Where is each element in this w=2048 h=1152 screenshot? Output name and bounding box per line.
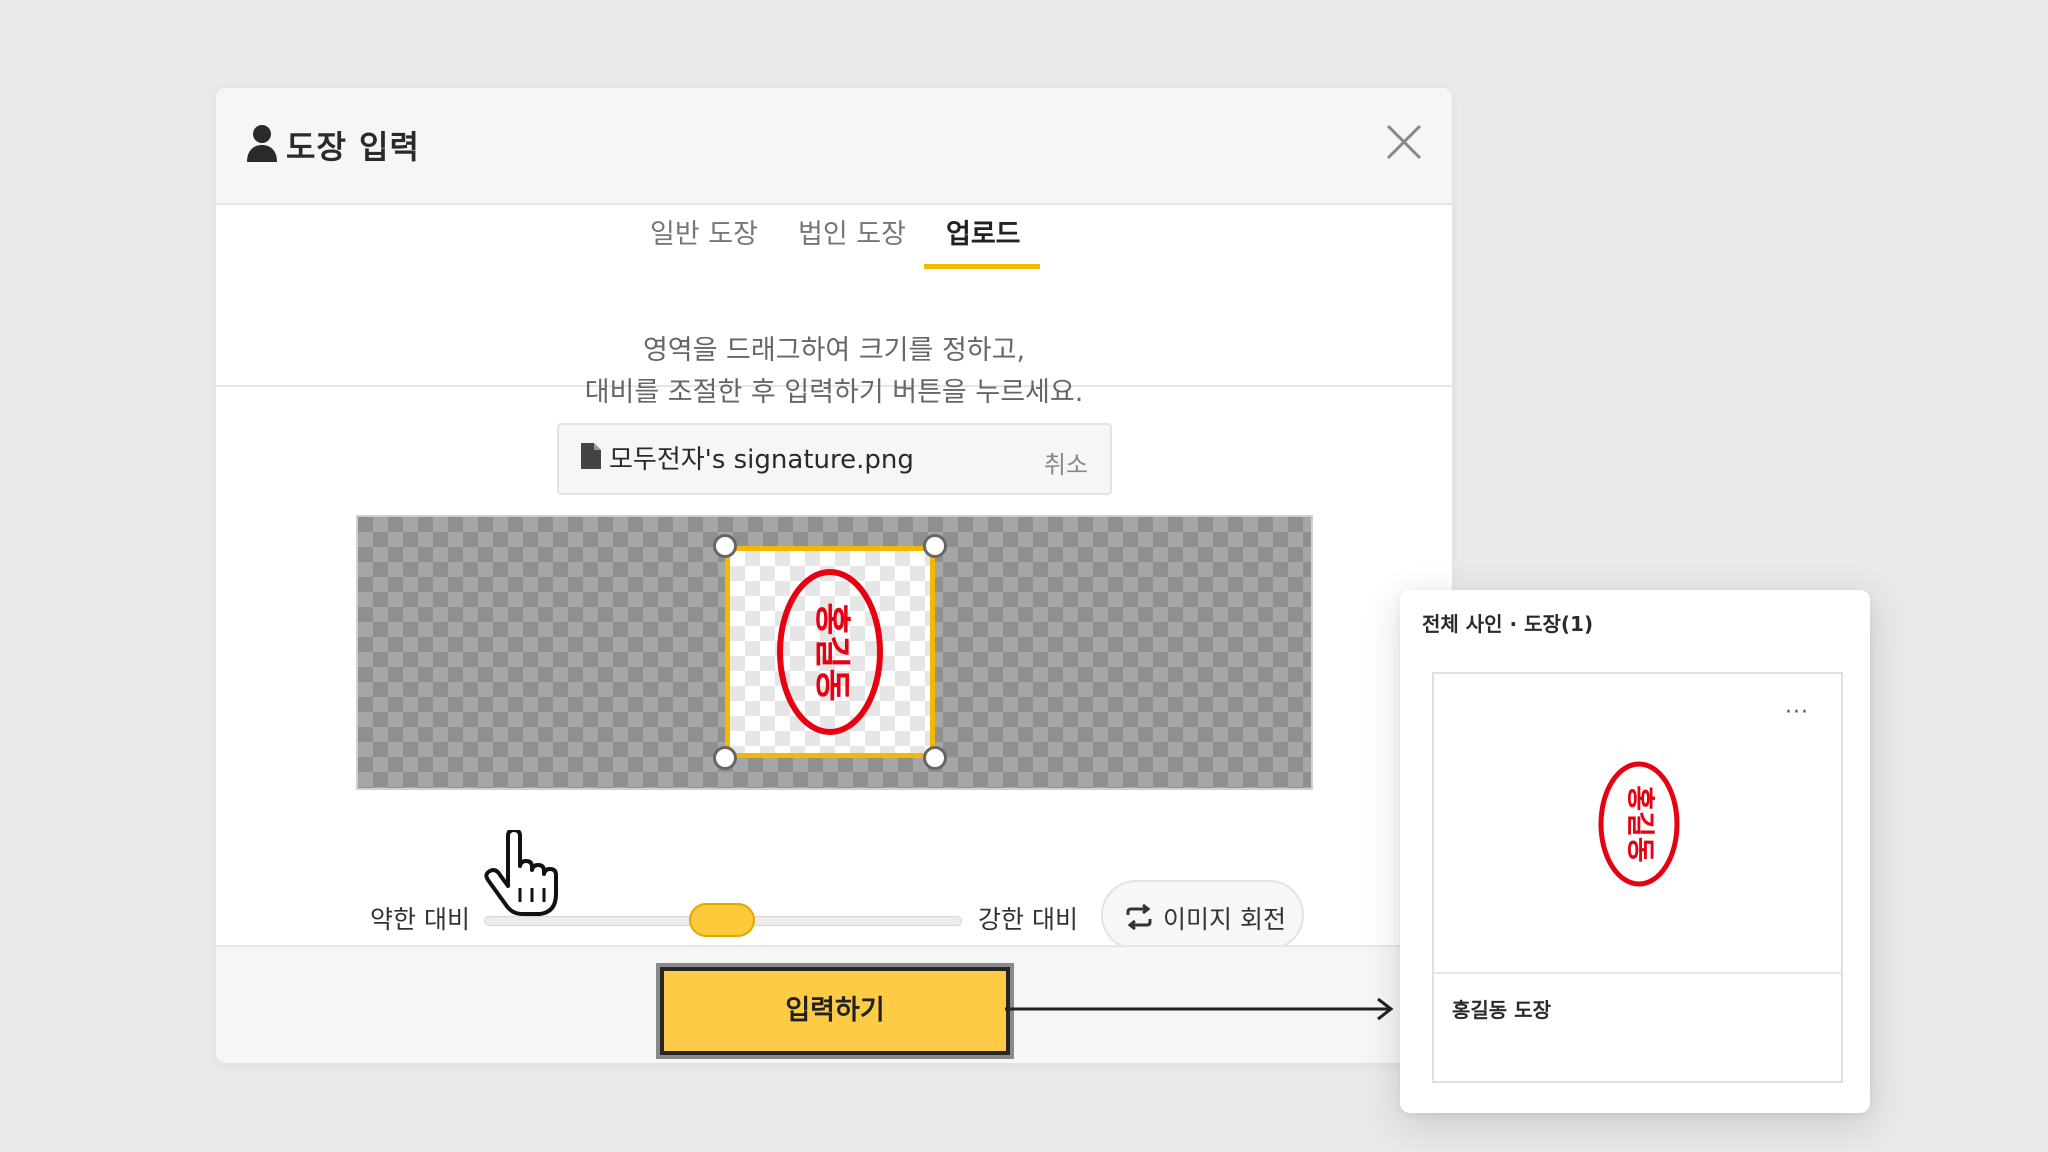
more-icon[interactable]: ··· <box>1785 700 1809 725</box>
modal-title: 도장 입력 <box>286 128 420 166</box>
instructions-line-1: 영역을 드래그하여 크기를 정하고, <box>642 335 1026 366</box>
instructions: 영역을 드래그하여 크기를 정하고, 대비를 조절한 후 입력하기 버튼을 누르… <box>216 330 1452 414</box>
stamp-text: 홍길동 <box>811 602 852 701</box>
tab-normal-stamp[interactable]: 일반 도장 <box>650 212 758 265</box>
strong-contrast-label: 강한 대비 <box>978 905 1078 934</box>
crop-handle-top-right[interactable] <box>923 534 947 558</box>
rotate-image-label: 이미지 회전 <box>1163 905 1286 934</box>
tab-upload[interactable]: 업로드 <box>946 212 1021 265</box>
rotate-image-button[interactable]: 이미지 회전 <box>1101 880 1304 950</box>
active-tab-indicator <box>924 264 1040 269</box>
signature-list-panel: 전체 사인 · 도장(1) ··· 홍길동 홍길동 도장 <box>1400 590 1870 1113</box>
crop-handle-bottom-left[interactable] <box>713 746 737 770</box>
modal-header: 도장 입력 <box>216 88 1452 205</box>
tab-corporate-stamp[interactable]: 법인 도장 <box>798 212 906 265</box>
stamp-card-label: 홍길동 도장 <box>1452 998 1551 1022</box>
image-canvas[interactable]: 홍길동 <box>356 515 1313 790</box>
close-icon[interactable] <box>1384 122 1424 162</box>
submit-button[interactable]: 입력하기 <box>656 963 1014 1059</box>
weak-contrast-label: 약한 대비 <box>370 905 470 934</box>
file-box: 모두전자's signature.png 취소 <box>557 423 1112 495</box>
instructions-line-2: 대비를 조절한 후 입력하기 버튼을 누르세요. <box>584 377 1084 408</box>
stamp-card[interactable]: ··· 홍길동 홍길동 도장 <box>1432 672 1843 1083</box>
file-cancel-button[interactable]: 취소 <box>1044 445 1088 480</box>
user-icon <box>247 125 277 162</box>
crop-area[interactable]: 홍길동 <box>725 546 935 758</box>
card-divider <box>1434 972 1841 974</box>
file-name: 모두전자's signature.png <box>609 445 914 475</box>
stamp-input-modal: 도장 입력 일반 도장 법인 도장 업로드 영역을 드래그하여 크기를 정하고,… <box>216 88 1452 1063</box>
hand-cursor-icon <box>484 830 558 916</box>
stamp-image: 홍길동 <box>777 569 883 735</box>
contrast-slider-thumb[interactable] <box>689 903 755 937</box>
crop-handle-top-left[interactable] <box>713 534 737 558</box>
rotate-icon <box>1126 903 1152 931</box>
stage: 도장 입력 일반 도장 법인 도장 업로드 영역을 드래그하여 크기를 정하고,… <box>0 0 2048 1152</box>
arrow-right-icon <box>1005 997 1394 1021</box>
crop-handle-bottom-right[interactable] <box>923 746 947 770</box>
stamp-preview: 홍길동 <box>1598 761 1680 887</box>
stamp-preview-text: 홍길동 <box>1624 785 1657 862</box>
file-icon <box>581 443 601 469</box>
panel-title: 전체 사인 · 도장(1) <box>1422 612 1594 636</box>
